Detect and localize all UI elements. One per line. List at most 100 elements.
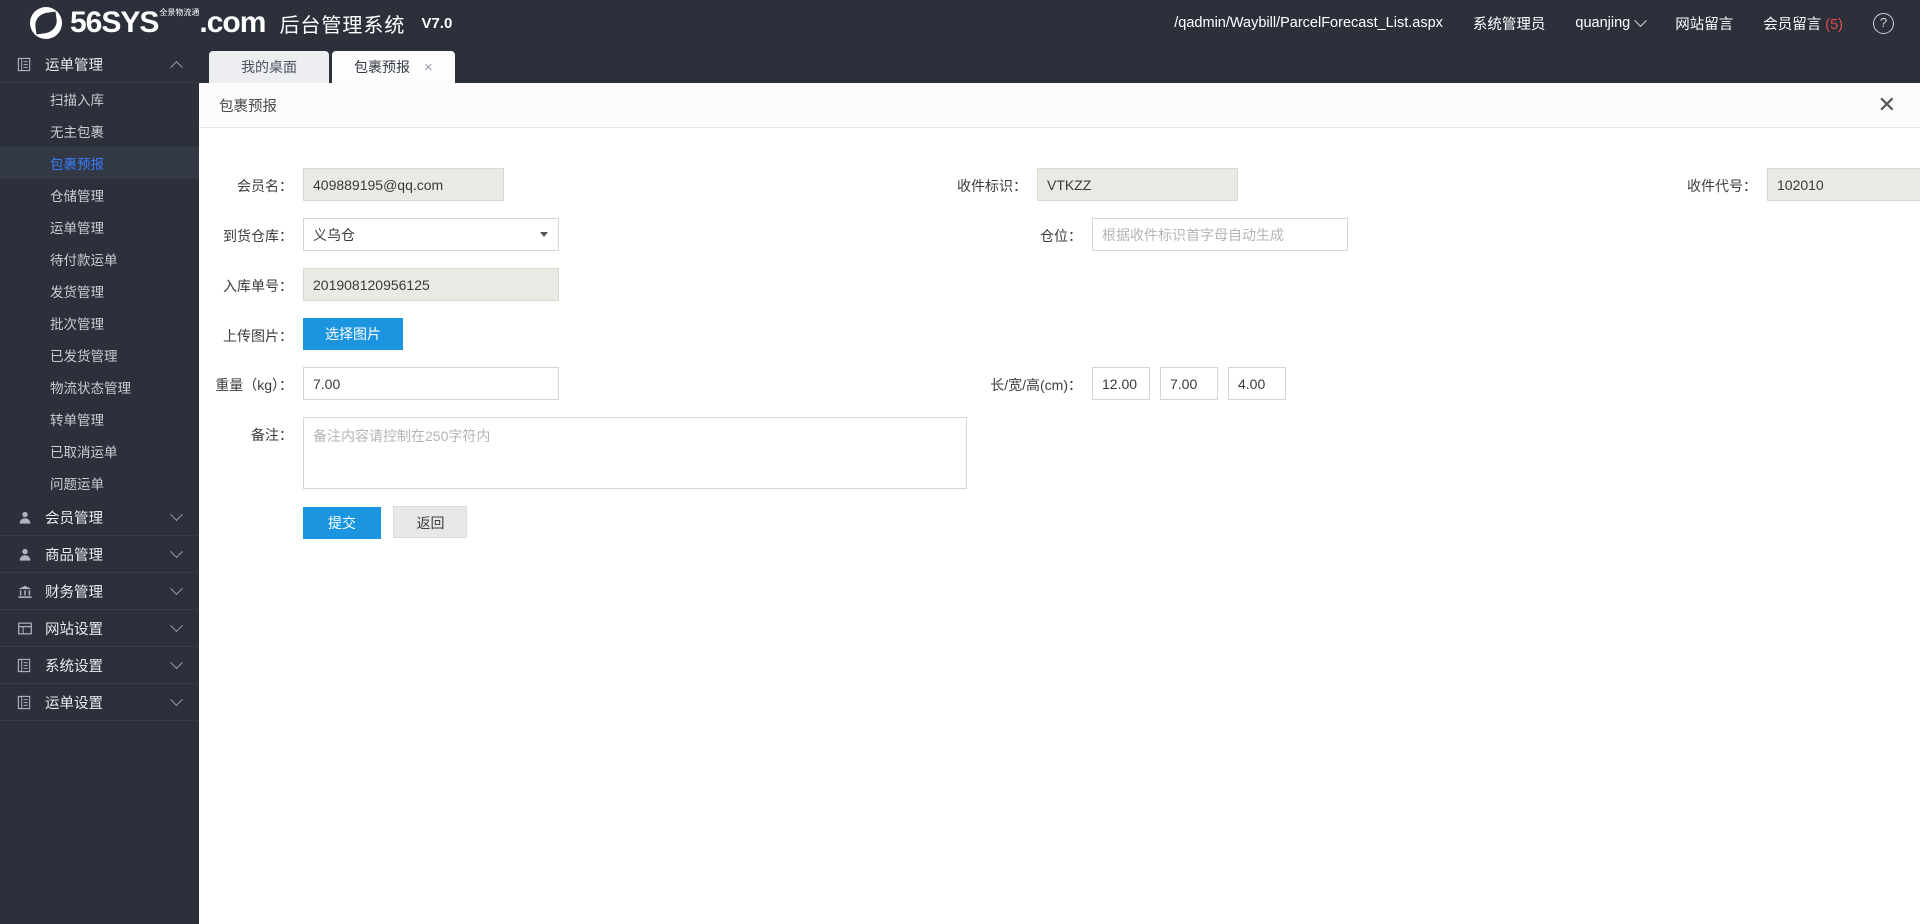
- user-icon: [16, 546, 33, 563]
- chevron-down-icon: [170, 693, 183, 706]
- brand-logo[interactable]: 56SYS全景物流通.com 后台管理系统 V7.0: [0, 7, 452, 39]
- panel-header: 包裹预报 ✕: [199, 83, 1920, 128]
- sidebar-item-label: 物流状态管理: [50, 377, 131, 397]
- version-label: V7.0: [421, 15, 452, 32]
- sidebar-group-member[interactable]: 会员管理: [0, 499, 199, 536]
- chevron-up-icon: [170, 60, 183, 73]
- sidebar-item-label: 待付款运单: [50, 249, 118, 269]
- logo-text: 56SYS: [70, 6, 158, 39]
- warehouse-select-wrapper[interactable]: [303, 218, 559, 251]
- sidebar-item-parcel-forecast[interactable]: 包裹预报: [0, 147, 199, 179]
- slot-label: 仓位：: [988, 218, 1082, 246]
- tab-my-desktop[interactable]: 我的桌面: [209, 51, 329, 83]
- username-label: quanjing: [1575, 15, 1630, 31]
- sidebar-group-waybill-settings[interactable]: 运单设置: [0, 684, 199, 721]
- sidebar-item-label: 转单管理: [50, 409, 104, 429]
- sidebar-group-label: 会员管理: [45, 507, 172, 528]
- inbound-no-label: 入库单号：: [199, 268, 293, 296]
- sidebar-item-scan-inbound[interactable]: 扫描入库: [0, 83, 199, 115]
- select-image-button[interactable]: 选择图片: [303, 318, 403, 350]
- slot-field[interactable]: [1092, 218, 1348, 251]
- dimensions-group: [1092, 367, 1296, 400]
- dimensions-label: 长/宽/高(cm)：: [972, 367, 1082, 395]
- sidebar-item-label: 发货管理: [50, 281, 104, 301]
- parcel-forecast-form: 会员名： 收件标识： 收件代号： 到货仓库： 仓位： 入库单号： 上传图片：: [199, 128, 1920, 539]
- height-field[interactable]: [1228, 367, 1286, 400]
- sidebar-item-problem-waybill[interactable]: 问题运单: [0, 467, 199, 499]
- list-icon: [16, 56, 33, 73]
- inbound-no-field[interactable]: [303, 268, 559, 301]
- sidebar-item-batch-mgmt[interactable]: 批次管理: [0, 307, 199, 339]
- chevron-down-icon: [170, 619, 183, 632]
- chevron-down-icon: [170, 582, 183, 595]
- length-field[interactable]: [1092, 367, 1150, 400]
- sidebar-group-finance[interactable]: 财务管理: [0, 573, 199, 610]
- weight-label: 重量（kg）：: [199, 367, 293, 395]
- top-header: 56SYS全景物流通.com 后台管理系统 V7.0 /qadmin/Waybi…: [0, 0, 1920, 46]
- sidebar-item-label: 扫描入库: [50, 89, 104, 109]
- sidebar-item-unclaimed-parcel[interactable]: 无主包裹: [0, 115, 199, 147]
- member-message-link[interactable]: 会员留言 (5): [1763, 13, 1843, 34]
- site-message-link[interactable]: 网站留言: [1675, 13, 1733, 34]
- sidebar-item-label: 无主包裹: [50, 121, 104, 141]
- sidebar-item-pending-payment[interactable]: 待付款运单: [0, 243, 199, 275]
- form-row-5: 重量（kg）： 长/宽/高(cm)：: [199, 367, 1920, 400]
- current-path: /qadmin/Waybill/ParcelForecast_List.aspx: [1174, 15, 1443, 31]
- recv-mark-field[interactable]: [1037, 168, 1238, 201]
- member-message-count: (5): [1825, 17, 1843, 33]
- sidebar-group-waybill[interactable]: 运单管理: [0, 46, 199, 83]
- tab-parcel-forecast[interactable]: 包裹预报 ×: [332, 51, 455, 83]
- sidebar-group-label: 商品管理: [45, 544, 172, 565]
- form-row-4: 上传图片： 选择图片: [199, 318, 1920, 350]
- page-title: 包裹预报: [219, 95, 277, 116]
- submit-button[interactable]: 提交: [303, 507, 381, 539]
- width-field[interactable]: [1160, 367, 1218, 400]
- chevron-down-icon: [1634, 14, 1647, 27]
- sidebar-item-waybill-mgmt[interactable]: 运单管理: [0, 211, 199, 243]
- chevron-down-icon: [170, 508, 183, 521]
- sidebar-group-label: 系统设置: [45, 655, 172, 676]
- sidebar-item-warehouse-mgmt[interactable]: 仓储管理: [0, 179, 199, 211]
- sidebar-item-label: 批次管理: [50, 313, 104, 333]
- sidebar-group-system-settings[interactable]: 系统设置: [0, 647, 199, 684]
- sidebar-item-transfer-mgmt[interactable]: 转单管理: [0, 403, 199, 435]
- back-button[interactable]: 返回: [393, 506, 467, 538]
- recv-mark-label: 收件标识：: [933, 168, 1027, 196]
- warehouse-select[interactable]: [303, 218, 559, 251]
- sidebar-item-cancelled-waybill[interactable]: 已取消运单: [0, 435, 199, 467]
- sidebar-group-label: 运单设置: [45, 692, 172, 713]
- logo-domain: .com: [199, 6, 265, 39]
- sidebar-group-label: 运单管理: [45, 54, 172, 75]
- member-name-field[interactable]: [303, 168, 504, 201]
- chevron-down-icon: [540, 232, 548, 237]
- help-icon[interactable]: ?: [1873, 13, 1894, 34]
- remark-textarea[interactable]: [303, 417, 967, 489]
- sidebar-item-shipped-mgmt[interactable]: 已发货管理: [0, 339, 199, 371]
- warehouse-label: 到货仓库：: [199, 218, 293, 246]
- recv-code-label: 收件代号：: [1663, 168, 1757, 196]
- logo-subtext: 全景物流通: [159, 8, 199, 17]
- user-icon: [16, 509, 33, 526]
- sidebar-item-label: 问题运单: [50, 473, 104, 493]
- recv-code-field[interactable]: [1767, 168, 1920, 201]
- form-row-2: 到货仓库： 仓位：: [199, 218, 1920, 251]
- list-icon: [16, 657, 33, 674]
- tab-label: 包裹预报: [354, 57, 410, 77]
- form-row-6: 备注：: [199, 417, 1920, 489]
- tab-label: 我的桌面: [241, 57, 297, 77]
- user-menu[interactable]: quanjing: [1575, 15, 1645, 31]
- remark-label: 备注：: [199, 417, 293, 445]
- close-icon[interactable]: ×: [424, 60, 433, 75]
- tab-bar: 我的桌面 包裹预报 ×: [199, 46, 1920, 83]
- sidebar: 运单管理 扫描入库 无主包裹 包裹预报 仓储管理 运单管理 待付款运单 发货管理…: [0, 46, 199, 924]
- sidebar-item-shipping-mgmt[interactable]: 发货管理: [0, 275, 199, 307]
- weight-field[interactable]: [303, 367, 559, 400]
- sidebar-group-product[interactable]: 商品管理: [0, 536, 199, 573]
- sidebar-item-label: 包裹预报: [50, 153, 104, 173]
- logo-icon: [30, 7, 62, 39]
- form-row-actions: 提交 返回: [199, 506, 1920, 539]
- sidebar-item-logistics-status[interactable]: 物流状态管理: [0, 371, 199, 403]
- close-icon[interactable]: ✕: [1878, 94, 1896, 116]
- form-row-1: 会员名： 收件标识： 收件代号：: [199, 168, 1920, 201]
- sidebar-group-site-settings[interactable]: 网站设置: [0, 610, 199, 647]
